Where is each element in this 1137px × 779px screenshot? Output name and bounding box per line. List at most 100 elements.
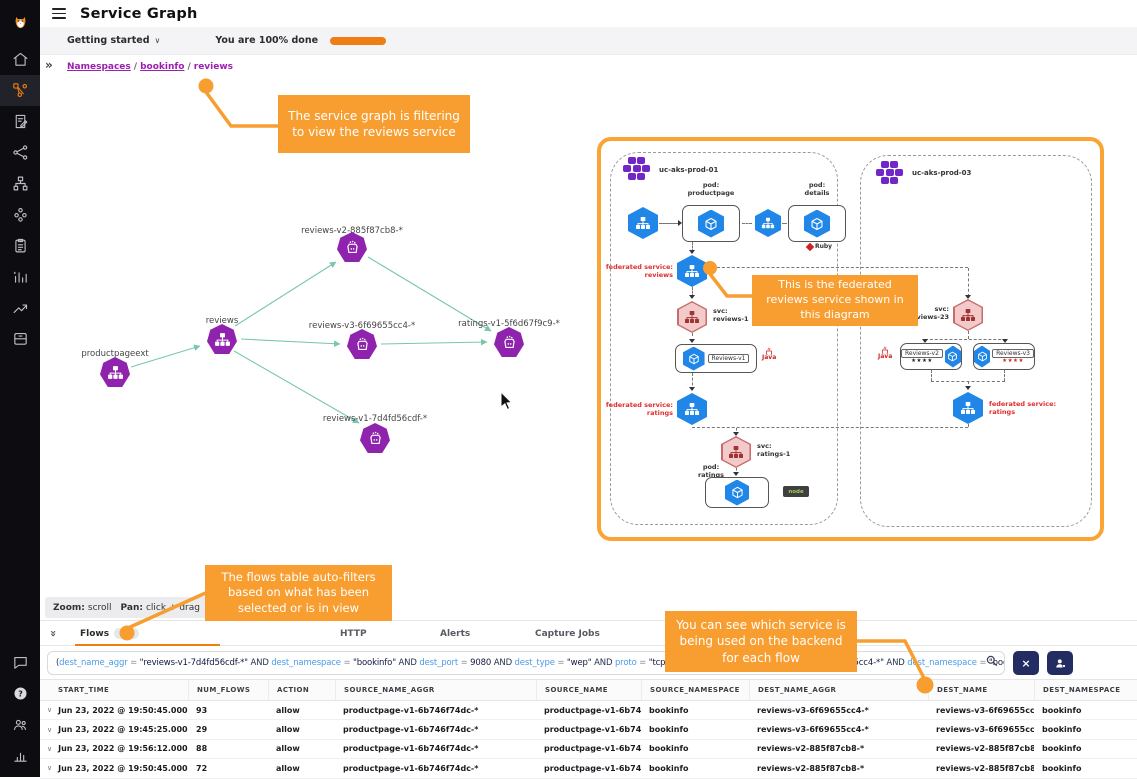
nodejs-logo: node	[783, 486, 809, 497]
pod-hexagon-icon	[804, 210, 830, 238]
service-graph-icon	[12, 82, 29, 99]
col-source-name-aggr[interactable]: SOURCE_NAME_AGGR	[335, 680, 536, 700]
breadcrumb-bookinfo[interactable]: bookinfo	[140, 62, 184, 72]
federated-ratings-label: federated service:ratings	[603, 401, 673, 418]
sidebar-item-home[interactable]	[0, 44, 40, 75]
col-start-time[interactable]: START_TIME	[40, 680, 188, 700]
callout-flows-filter: The flows table auto-filters based on wh…	[205, 565, 392, 621]
sidebar-item-topology[interactable]	[0, 168, 40, 199]
sidebar-item-trends[interactable]	[0, 292, 40, 323]
sidebar-item-policies[interactable]	[0, 106, 40, 137]
bar-chart-icon	[12, 747, 29, 764]
left-nav-sidebar: ?	[0, 0, 40, 777]
clipboard-icon	[12, 237, 29, 254]
table-row[interactable]: ∨Jun 23, 2022 @ 19:50:45.00072allowprodu…	[40, 759, 1137, 778]
sidebar-item-help[interactable]: ?	[0, 678, 40, 709]
reviews-v2-box: Reviews-v2 ★★★★	[900, 343, 962, 370]
tab-capture-jobs[interactable]: Capture Jobs	[535, 621, 600, 646]
getting-started-bar: Getting started ∨ You are 100% done	[40, 27, 1137, 55]
cluster-icon	[876, 161, 903, 184]
flows-table: START_TIME NUM_FLOWS ACTION SOURCE_NAME_…	[40, 679, 1137, 779]
page-title: Service Graph	[80, 6, 197, 22]
sidebar-item-connections[interactable]	[0, 137, 40, 168]
node-label: reviews-v1-7d4fd56cdf-*	[290, 414, 460, 424]
sidebar-item-clusters[interactable]	[0, 199, 40, 230]
search-icon[interactable]	[986, 655, 998, 667]
sidebar-item-metrics[interactable]	[0, 261, 40, 292]
top-bar: Service Graph	[40, 0, 1137, 27]
user-icon	[1054, 657, 1067, 670]
col-source-name[interactable]: SOURCE_NAME	[536, 680, 641, 700]
federated-architecture-diagram: uc-aks-prod-01 uc-aks-prod-03 pod:produc…	[597, 137, 1104, 541]
col-dest-name[interactable]: DEST_NAME	[928, 680, 1034, 700]
pod-hexagon-icon	[698, 210, 724, 238]
clear-filter-button[interactable]: ×	[1013, 651, 1039, 675]
getting-started-menu[interactable]: Getting started	[67, 35, 150, 46]
pod-productpage-box	[682, 205, 740, 242]
table-row[interactable]: ∨Jun 23, 2022 @ 19:56:12.00088allowprodu…	[40, 740, 1137, 759]
flows-filter-row: (dest_name_aggr = "reviews-v1-7d4fd56cdf…	[40, 646, 1137, 679]
sidebar-item-service-graph[interactable]	[0, 75, 40, 106]
breadcrumb-reviews[interactable]: reviews	[194, 62, 233, 72]
reviews-v3-tag: Reviews-v3	[992, 349, 1034, 358]
reviews-v3-box: Reviews-v3 ★★★★	[973, 343, 1035, 370]
app-logo[interactable]	[0, 0, 40, 44]
col-dest-namespace[interactable]: DEST_NAMESPACE	[1034, 680, 1137, 700]
filter-query-input[interactable]: (dest_name_aggr = "reviews-v1-7d4fd56cdf…	[47, 651, 1005, 675]
pod-ratings-box	[705, 477, 769, 508]
breadcrumb-namespaces[interactable]: Namespaces	[67, 62, 131, 72]
flows-count-badge: 20	[114, 628, 139, 639]
cluster-name: uc-aks-prod-03	[912, 169, 971, 178]
policy-editor-icon	[12, 113, 29, 130]
users-icon	[12, 716, 29, 733]
col-dest-name-aggr[interactable]: DEST_NAME_AGGR	[749, 680, 928, 700]
dashed-connector	[968, 424, 969, 427]
trend-up-icon	[12, 299, 29, 316]
tab-flows[interactable]: Flows20	[80, 621, 139, 646]
callout-federated-service: This is the federated reviews service sh…	[752, 275, 918, 326]
user-filter-button[interactable]	[1047, 651, 1073, 675]
dashed-connector	[782, 223, 787, 224]
row-expand-chevron[interactable]: ∨	[47, 764, 52, 772]
row-expand-chevron[interactable]: ∨	[47, 745, 52, 753]
dashed-connector	[968, 268, 969, 297]
reviews-v1-box: Reviews-v1	[675, 344, 757, 373]
callout-graph-filter: The service graph is filtering to view t…	[278, 95, 470, 153]
col-num-flows[interactable]: NUM_FLOWS	[188, 680, 268, 700]
sitemap-icon	[12, 175, 29, 192]
hamburger-menu-icon[interactable]	[52, 6, 66, 21]
sidebar-item-analytics[interactable]	[0, 740, 40, 771]
reviews-v1-tag: Reviews-v1	[708, 354, 750, 363]
flows-table-header: START_TIME NUM_FLOWS ACTION SOURCE_NAME_…	[40, 679, 1137, 701]
col-source-namespace[interactable]: SOURCE_NAMESPACE	[641, 680, 749, 700]
sidebar-item-audit[interactable]	[0, 230, 40, 261]
table-row[interactable]: ∨Jun 23, 2022 @ 19:50:45.00093allowprodu…	[40, 701, 1137, 720]
connector-line	[659, 223, 678, 224]
arrowhead	[965, 386, 971, 393]
sidebar-item-users[interactable]	[0, 709, 40, 740]
collapse-panel-icon[interactable]: »	[47, 630, 60, 637]
ruby-logo: Ruby	[807, 244, 832, 251]
onboarding-status: You are 100% done	[215, 35, 318, 46]
table-row[interactable]: ∨Jun 23, 2022 @ 19:45:25.00029allowprodu…	[40, 720, 1137, 739]
col-action[interactable]: ACTION	[268, 680, 335, 700]
chat-bubble-icon	[12, 654, 29, 671]
dashed-connector	[692, 427, 968, 428]
row-expand-chevron[interactable]: ∨	[47, 726, 52, 734]
expand-panel-icon[interactable]: »	[45, 58, 53, 72]
sidebar-item-archive[interactable]	[0, 323, 40, 354]
breadcrumb: Namespaces/bookinfo/reviews	[67, 62, 233, 72]
arrowhead	[689, 387, 695, 394]
row-expand-chevron[interactable]: ∨	[47, 706, 52, 714]
dashed-connector	[742, 223, 752, 224]
bottom-panel-tabs: » Flows20 HTTP Alerts Capture Jobs	[40, 620, 1137, 646]
onboarding-progress-bar	[330, 37, 386, 45]
pod-hexagon-icon	[945, 346, 961, 368]
sidebar-item-chat[interactable]	[0, 647, 40, 678]
help-icon: ?	[12, 685, 29, 702]
tab-alerts[interactable]: Alerts	[440, 621, 470, 646]
tab-http[interactable]: HTTP	[340, 621, 367, 646]
cluster-icon	[623, 157, 650, 180]
chevron-down-icon[interactable]: ∨	[155, 36, 161, 45]
java-logo: Java	[878, 346, 892, 361]
